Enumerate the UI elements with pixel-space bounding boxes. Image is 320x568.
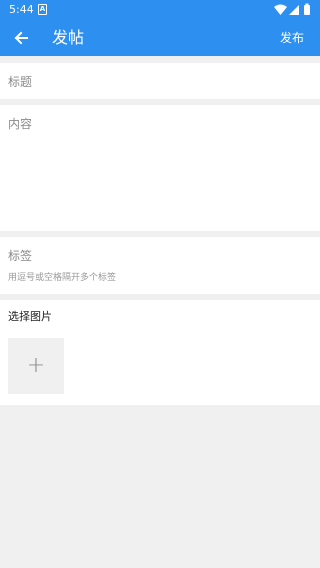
back-button[interactable] [8,24,34,52]
app-bar: 发帖 发布 [0,20,320,56]
page-title: 发帖 [52,28,85,47]
title-card [0,63,320,99]
tags-input[interactable] [8,247,312,265]
plus-icon: + [26,353,46,378]
signal-icon [289,5,299,15]
battery-icon [304,5,310,15]
title-input[interactable] [8,73,312,91]
content-card [0,105,320,231]
status-bar: 5:44 A [0,0,320,20]
tags-card: 用逗号或空格隔开多个标签 [0,237,320,294]
arrow-left-icon [14,31,28,45]
wifi-icon [274,4,287,15]
tags-hint: 用逗号或空格隔开多个标签 [8,273,117,283]
images-label: 选择图片 [8,310,52,323]
add-image-button[interactable]: + [8,338,64,394]
publish-button[interactable]: 发布 [280,30,304,46]
images-card: 选择图片 + [0,300,320,405]
status-time: 5:44 [9,3,34,16]
notification-icon: A [38,4,47,15]
content-input[interactable] [8,115,312,223]
status-icons [274,3,310,15]
